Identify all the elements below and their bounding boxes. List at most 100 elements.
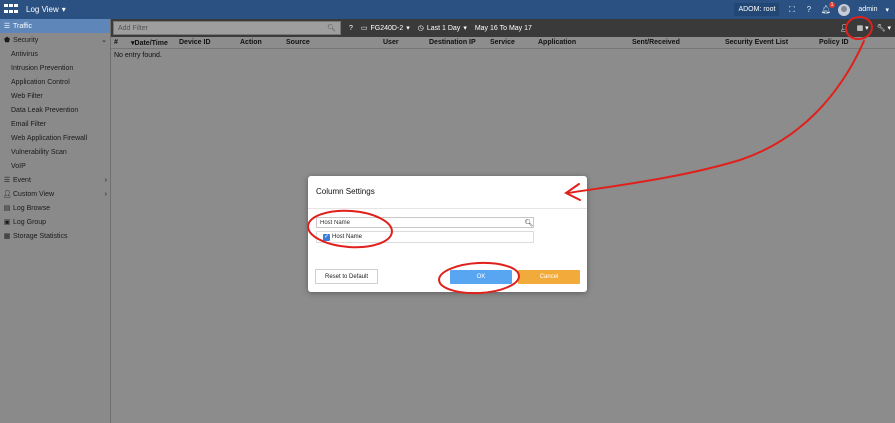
chevron-down-icon: ⌄: [101, 37, 107, 44]
sidebar-item-email-filter[interactable]: Email Filter: [0, 117, 110, 131]
column-header-action[interactable]: Action: [240, 39, 262, 46]
tools-button[interactable]: 🔧︎ ▾: [877, 24, 891, 32]
column-option-label: Host Name: [332, 234, 363, 240]
search-icon[interactable]: 🔍︎: [327, 24, 336, 32]
cancel-button[interactable]: Cancel: [518, 270, 580, 284]
column-header-policy-id[interactable]: Policy ID: [819, 39, 849, 46]
ok-button[interactable]: OK: [450, 270, 512, 284]
bell-icon[interactable]: 🔔︎ 1: [821, 2, 836, 14]
avatar[interactable]: [838, 3, 851, 16]
sidebar-item-traffic[interactable]: ☰ Traffic: [0, 19, 110, 33]
column-header-sent-received[interactable]: Sent/Received: [632, 39, 680, 46]
user-icon: 👤︎: [2, 191, 12, 198]
sidebar-item-web-application-firewall[interactable]: Web Application Firewall: [0, 131, 110, 145]
chevron-down-icon: ▾: [463, 25, 467, 32]
device-icon: ▭: [360, 25, 368, 32]
column-settings-button[interactable]: ▦ ▾: [857, 24, 869, 32]
sidebar-item-label: Data Leak Prevention: [11, 106, 79, 114]
chevron-right-icon: ›: [104, 190, 107, 198]
folder-icon: ▣: [3, 219, 11, 226]
filter-input[interactable]: Add Filter 🔍︎: [113, 21, 341, 35]
sidebar-item-label: Log Browse: [13, 204, 50, 212]
column-settings-dialog: Column Settings 🔍︎ ✓ Host Name Reset to …: [308, 176, 587, 292]
sidebar-item-log-group[interactable]: ▣ Log Group: [0, 215, 110, 229]
sidebar-item-label: Event: [13, 176, 31, 184]
sidebar-item-label: Antivirus: [11, 50, 38, 58]
column-header-device-id[interactable]: Device ID: [179, 39, 211, 46]
chevron-down-icon: ▾: [885, 6, 889, 14]
column-header-label: Date/Time: [134, 40, 168, 47]
list-icon: ☰: [3, 177, 11, 184]
help-icon[interactable]: ?: [804, 5, 813, 14]
user-menu[interactable]: admin: [858, 6, 877, 13]
column-header-index[interactable]: #: [114, 39, 118, 46]
chevron-down-icon: ▾: [61, 5, 66, 14]
app-title: Log View: [26, 5, 59, 14]
list-icon: ☰: [3, 23, 11, 30]
fullscreen-icon[interactable]: ⛶: [787, 5, 796, 14]
sidebar-item-web-filter[interactable]: Web Filter: [0, 89, 110, 103]
column-header-service[interactable]: Service: [490, 39, 515, 46]
divider: [308, 208, 587, 209]
empty-message: No entry found.: [114, 52, 162, 59]
sidebar-item-custom-view[interactable]: 👤︎ Custom View ›: [0, 187, 110, 201]
checkbox-checked-icon[interactable]: ✓: [323, 233, 330, 241]
column-search-input[interactable]: [316, 217, 534, 228]
reset-to-default-button[interactable]: Reset to Default: [315, 269, 378, 284]
sidebar-item-application-control[interactable]: Application Control: [0, 75, 110, 89]
storage-icon: ▦: [3, 233, 11, 240]
sidebar-item-label: Traffic: [13, 22, 33, 30]
device-label: FG240D-2: [370, 24, 404, 32]
column-option-host-name[interactable]: ✓ Host Name: [316, 231, 534, 243]
column-header-user[interactable]: User: [383, 39, 399, 46]
annotation-arrow: [567, 40, 865, 194]
column-header-source[interactable]: Source: [286, 39, 310, 46]
help-icon[interactable]: ?: [349, 25, 353, 32]
chevron-down-icon: ▾: [406, 25, 410, 32]
filter-placeholder: Add Filter: [118, 24, 148, 32]
sidebar-item-label: Security: [13, 36, 39, 44]
date-range: May 16 To May 17: [474, 24, 532, 32]
device-selector[interactable]: ▭ FG240D-2 ▾: [360, 24, 410, 33]
sidebar-item-intrusion-prevention[interactable]: Intrusion Prevention: [0, 61, 110, 75]
dialog-title: Column Settings: [316, 187, 375, 196]
sidebar-item-label: VoIP: [11, 162, 26, 170]
column-header-application[interactable]: Application: [538, 39, 576, 46]
sidebar-item-vulnerability-scan[interactable]: Vulnerability Scan: [0, 145, 110, 159]
sidebar-item-storage-statistics[interactable]: ▦ Storage Statistics: [0, 229, 110, 243]
table-header: # ▾Date/Time Device ID Action Source Use…: [111, 37, 895, 49]
sidebar-item-security[interactable]: ⬟ Security ⌄: [0, 33, 110, 47]
sidebar-item-antivirus[interactable]: Antivirus: [0, 47, 110, 61]
time-range-label: Last 1 Day: [426, 24, 461, 32]
top-bar: Log View ▾ ADOM: root ⛶ ? 🔔︎ 1 admin ▾: [0, 0, 895, 19]
adom-label[interactable]: ADOM: root: [734, 3, 780, 16]
sidebar-item-label: Web Application Firewall: [11, 134, 88, 142]
shield-icon: ⬟: [3, 37, 11, 44]
sidebar-item-log-browse[interactable]: ▤ Log Browse: [0, 201, 110, 215]
sidebar-item-event[interactable]: ☰ Event ›: [0, 173, 110, 187]
clock-icon: ◷: [417, 25, 424, 32]
column-header-destination-ip[interactable]: Destination IP: [429, 39, 476, 46]
sidebar-item-label: Vulnerability Scan: [11, 148, 67, 156]
sidebar-item-label: Email Filter: [11, 120, 47, 128]
column-header-datetime[interactable]: ▾Date/Time: [131, 39, 168, 47]
sidebar-item-label: Application Control: [11, 78, 70, 86]
sidebar-item-label: Web Filter: [11, 92, 43, 100]
sidebar-item-label: Storage Statistics: [13, 232, 68, 240]
sidebar-item-label: Log Group: [13, 218, 47, 226]
fortinet-logo-icon: [4, 4, 20, 15]
search-icon[interactable]: 🔍︎: [524, 217, 534, 228]
sidebar-item-data-leak-prevention[interactable]: Data Leak Prevention: [0, 103, 110, 117]
file-icon: ▤: [3, 205, 11, 212]
chevron-right-icon: ›: [104, 176, 107, 184]
user-filter-icon[interactable]: 👤︎: [840, 24, 849, 32]
time-range-selector[interactable]: ◷ Last 1 Day ▾: [417, 24, 467, 33]
toolbar: Add Filter 🔍︎ ? ▭ FG240D-2 ▾ ◷ Last 1 Da…: [111, 19, 895, 37]
sidebar-item-label: Intrusion Prevention: [11, 64, 74, 72]
notification-badge: 1: [828, 2, 836, 8]
column-header-security-event-list[interactable]: Security Event List: [725, 39, 788, 46]
sidebar-item-label: Custom View: [13, 190, 55, 198]
sidebar-item-voip[interactable]: VoIP: [0, 159, 110, 173]
app-menu[interactable]: Log View ▾: [26, 5, 66, 14]
sidebar: ☰ Traffic ⬟ Security ⌄ Antivirus Intrusi…: [0, 19, 111, 423]
